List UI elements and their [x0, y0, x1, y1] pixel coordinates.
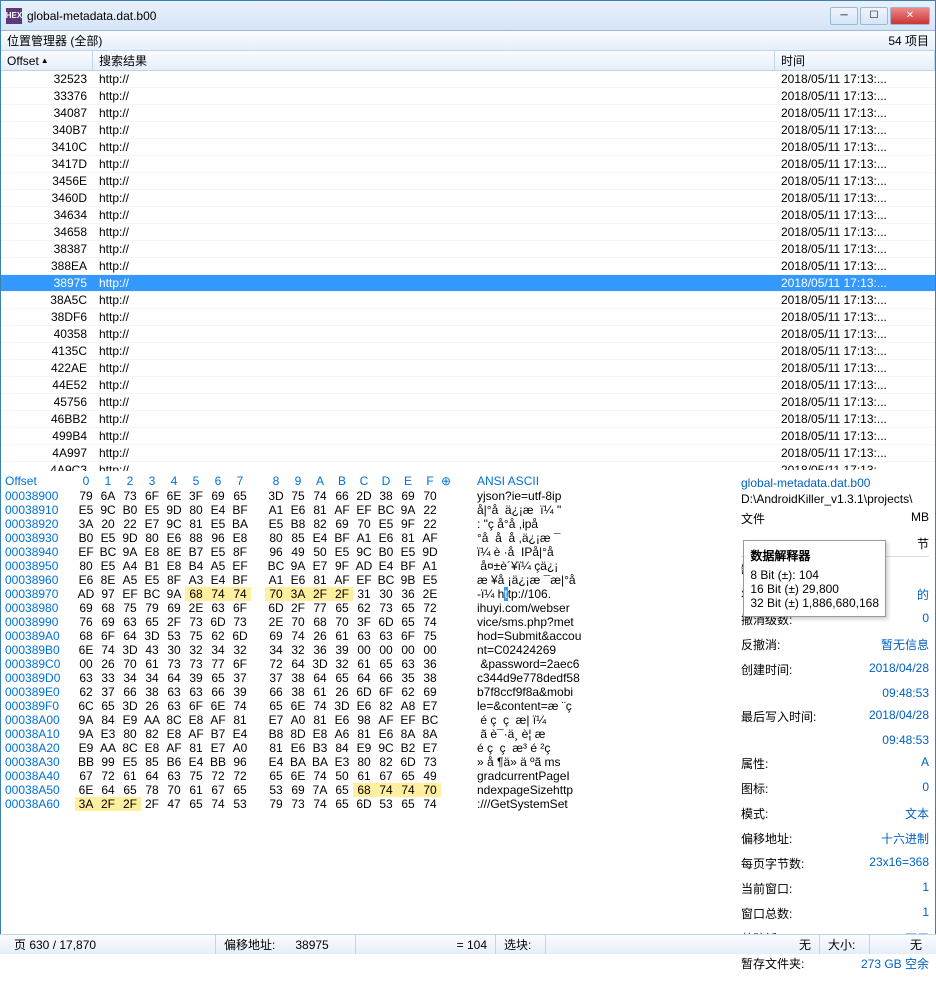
column-headers: Offset 搜索结果 时间	[1, 51, 935, 71]
result-row[interactable]: 34087http://2018/05/11 17:13:...	[1, 105, 935, 122]
result-row[interactable]: 3410Chttp://2018/05/11 17:13:...	[1, 139, 935, 156]
window-title: global-metadata.dat.b00	[27, 9, 830, 23]
hex-icon: HEX	[6, 8, 22, 24]
result-row[interactable]: 46BB2http://2018/05/11 17:13:...	[1, 411, 935, 428]
sub-toolbar: 位置管理器 (全部) 54 项目	[1, 31, 935, 51]
file-path: D:\AndroidKiller_v1.3.1\projects\	[741, 492, 929, 506]
file-name: global-metadata.dat.b00	[741, 476, 929, 490]
result-list[interactable]: 32523http://2018/05/11 17:13:...33376htt…	[1, 71, 935, 471]
result-row[interactable]: 4A997http://2018/05/11 17:13:...	[1, 445, 935, 462]
result-row[interactable]: 45756http://2018/05/11 17:13:...	[1, 394, 935, 411]
file-label: 文件	[741, 510, 765, 527]
title-bar: HEX global-metadata.dat.b00 ─ ☐ ✕	[1, 1, 935, 31]
result-row[interactable]: 4135Chttp://2018/05/11 17:13:...	[1, 343, 935, 360]
result-row[interactable]: 38A5Chttp://2018/05/11 17:13:...	[1, 292, 935, 309]
result-row[interactable]: 38975http://2018/05/11 17:13:...	[1, 275, 935, 292]
result-row[interactable]: 499B4http://2018/05/11 17:13:...	[1, 428, 935, 445]
data-interpreter-tooltip: 数据解释器 8 Bit (±): 104 16 Bit (±) 29,800 3…	[743, 540, 886, 617]
header-result[interactable]: 搜索结果	[93, 51, 775, 70]
header-offset[interactable]: Offset	[1, 51, 93, 70]
result-row[interactable]: 34658http://2018/05/11 17:13:...	[1, 224, 935, 241]
result-row[interactable]: 3456Ehttp://2018/05/11 17:13:...	[1, 173, 935, 190]
position-manager-label: 位置管理器 (全部)	[7, 32, 102, 49]
result-row[interactable]: 33376http://2018/05/11 17:13:...	[1, 88, 935, 105]
header-time[interactable]: 时间	[775, 51, 935, 70]
page-indicator: 页 630 / 17,870	[6, 935, 216, 954]
result-row[interactable]: 44E52http://2018/05/11 17:13:...	[1, 377, 935, 394]
result-row[interactable]: 34634http://2018/05/11 17:13:...	[1, 207, 935, 224]
result-row[interactable]: 38DF6http://2018/05/11 17:13:...	[1, 309, 935, 326]
close-button[interactable]: ✕	[890, 7, 930, 25]
maximize-button[interactable]: ☐	[860, 7, 888, 25]
result-row[interactable]: 340B7http://2018/05/11 17:13:...	[1, 122, 935, 139]
result-row[interactable]: 388EAhttp://2018/05/11 17:13:...	[1, 258, 935, 275]
status-bar: 页 630 / 17,870 偏移地址: 38975 = 104 选块: 无 大…	[0, 934, 936, 954]
result-row[interactable]: 40358http://2018/05/11 17:13:...	[1, 326, 935, 343]
result-row[interactable]: 32523http://2018/05/11 17:13:...	[1, 71, 935, 88]
result-row[interactable]: 3417Dhttp://2018/05/11 17:13:...	[1, 156, 935, 173]
result-row[interactable]: 38387http://2018/05/11 17:13:...	[1, 241, 935, 258]
minimize-button[interactable]: ─	[830, 7, 858, 25]
result-row[interactable]: 422AEhttp://2018/05/11 17:13:...	[1, 360, 935, 377]
result-row[interactable]: 3460Dhttp://2018/05/11 17:13:...	[1, 190, 935, 207]
item-count: 54 项目	[888, 32, 929, 49]
